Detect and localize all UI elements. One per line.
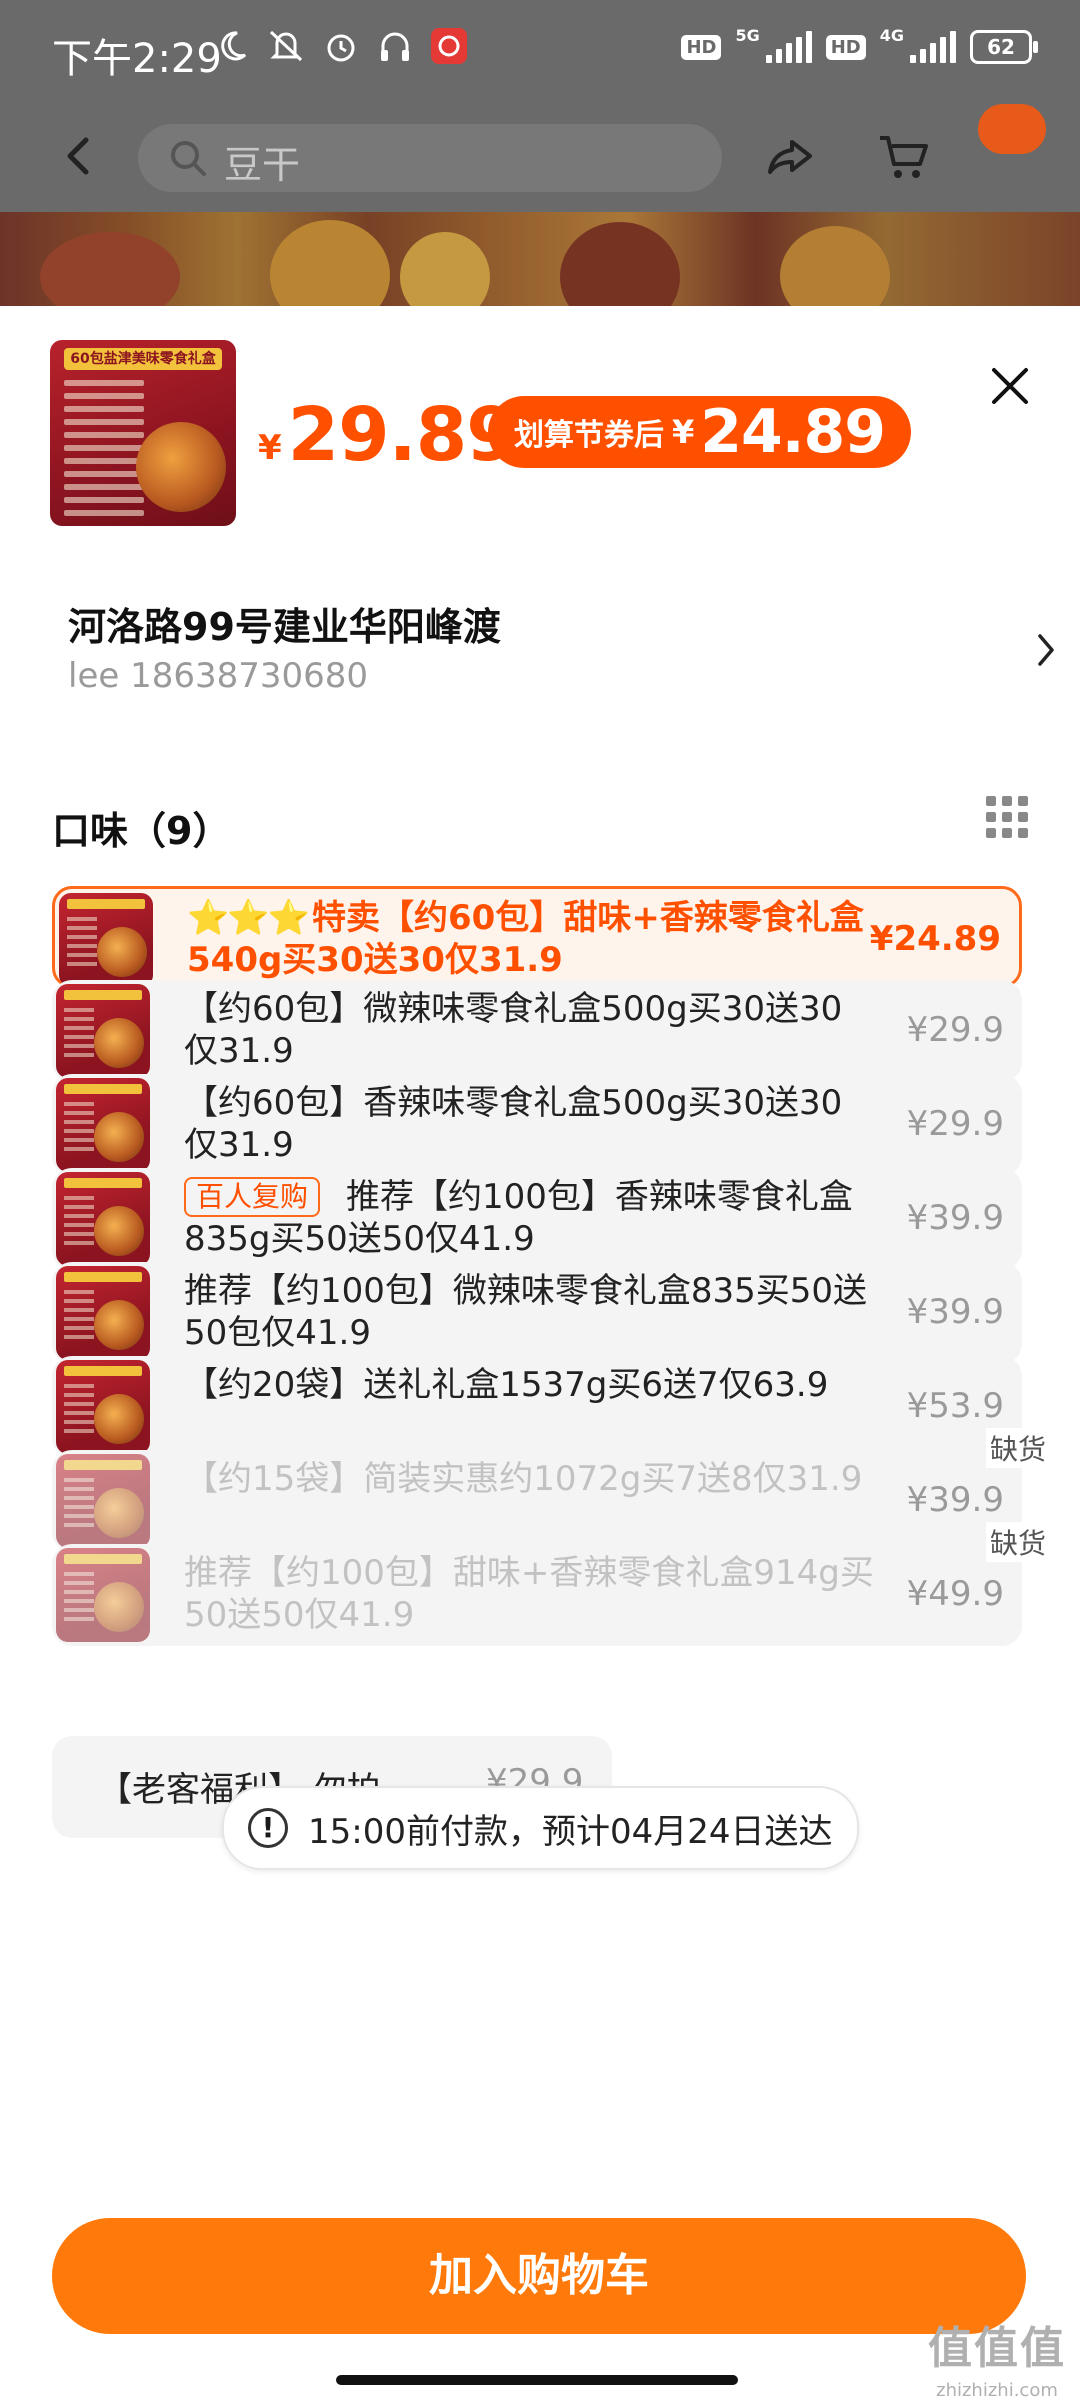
- coupon-currency: ¥: [672, 413, 695, 451]
- chat-bubble-icon[interactable]: [978, 104, 1046, 154]
- thumbnail-tag: 60包盐津美味零食礼盒: [64, 348, 222, 370]
- flavor-option-sold-out[interactable]: 【约15袋】简装实惠约1072g买7送8仅31.9 ¥39.9 缺货: [52, 1428, 1050, 1552]
- home-indicator[interactable]: [336, 2375, 738, 2385]
- coupon-price: 24.89: [700, 397, 886, 467]
- hd-icon: HD: [825, 34, 866, 60]
- flavor-option[interactable]: 推荐【约100包】微辣味零食礼盒835买50送50包仅41.9 ¥39.9: [52, 1262, 1022, 1364]
- coupon-label: 划算节券后: [514, 418, 664, 453]
- option-name: 推荐【约100包】甜味+香辣零食礼盒914g买50送50仅41.9: [184, 1553, 874, 1635]
- flavor-option[interactable]: ⭐⭐⭐ 特卖【约60包】甜味+香辣零食礼盒540g买30送30仅31.9 ¥24.…: [52, 886, 1022, 988]
- flavor-option[interactable]: 【约60包】香辣味零食礼盒500g买30送30仅31.9 ¥29.9: [52, 1074, 1022, 1176]
- watermark: 值值值 zhizhizhi.com: [928, 2312, 1066, 2401]
- music-app-icon: [431, 28, 467, 64]
- option-name: 【约60包】微辣味零食礼盒500g买30送30仅31.9: [184, 989, 843, 1071]
- option-name: 百人复购 推荐【约100包】香辣味零食礼盒835g买50送50仅41.9: [184, 1177, 853, 1259]
- sold-out-label: 缺货: [985, 1522, 1050, 1562]
- option-thumbnail: [56, 1266, 150, 1360]
- option-thumbnail: [56, 1548, 150, 1642]
- option-price: ¥39.9: [906, 1292, 1004, 1332]
- close-icon[interactable]: [984, 360, 1036, 412]
- price-currency: ¥: [258, 428, 282, 468]
- watermark-url: zhizhizhi.com: [936, 2380, 1058, 2401]
- search-icon: [171, 141, 206, 176]
- back-arrow-icon[interactable]: [50, 126, 110, 186]
- delivery-address[interactable]: 河洛路99号建业华阳峰渡 lee 18638730680: [68, 596, 1058, 716]
- grid-view-icon[interactable]: [986, 796, 1030, 840]
- product-banner-image: [0, 212, 1080, 306]
- add-to-cart-button[interactable]: 加入购物车: [52, 2218, 1026, 2334]
- option-name: 推荐【约100包】微辣味零食礼盒835买50送50包仅41.9: [184, 1271, 868, 1353]
- status-notification-icons: [215, 28, 467, 64]
- flavor-option[interactable]: 【约60包】微辣味零食礼盒500g买30送30仅31.9 ¥29.9: [52, 980, 1022, 1082]
- sku-selection-sheet: 60包盐津美味零食礼盒 ¥ 29.89 划算节券后 ¥ 24.89 河洛路99号…: [0, 306, 1080, 2400]
- status-system-icons: HD 5G HD 4G 62: [681, 26, 1038, 64]
- search-input[interactable]: 豆干: [138, 124, 722, 192]
- option-name: 【约60包】香辣味零食礼盒500g买30送30仅31.9: [184, 1083, 843, 1165]
- price-display: ¥ 29.89: [258, 392, 518, 478]
- option-name: 【约15袋】简装实惠约1072g买7送8仅31.9: [184, 1459, 863, 1499]
- hd-icon: HD: [681, 34, 722, 60]
- option-name: ⭐⭐⭐ 特卖【约60包】甜味+香辣零食礼盒540g买30送30仅31.9: [187, 898, 864, 980]
- network-4g-label: 4G: [879, 25, 904, 45]
- delivery-notice: ! 15:00前付款，预计04月24日送达: [222, 1786, 859, 1870]
- search-query: 豆干: [224, 143, 301, 187]
- headphones-icon: [381, 32, 409, 61]
- option-price: ¥39.9: [906, 1480, 1004, 1520]
- signal-icon: [910, 31, 956, 63]
- option-price: ¥24.89: [869, 919, 1001, 959]
- repurchase-badge: 百人复购: [184, 1177, 321, 1217]
- option-price: ¥53.9: [906, 1386, 1004, 1426]
- battery-icon: 62: [970, 30, 1038, 64]
- option-price: ¥29.9: [906, 1104, 1004, 1144]
- option-price: ¥29.9: [906, 1010, 1004, 1050]
- option-thumbnail: [59, 893, 153, 987]
- flavor-option[interactable]: 【约20袋】送礼礼盒1537g买6送7仅63.9 ¥53.9: [52, 1356, 1022, 1458]
- signal-icon: [765, 31, 812, 63]
- coupon-price-badge: 划算节券后 ¥ 24.89: [488, 396, 912, 468]
- info-icon: !: [248, 1808, 288, 1848]
- network-5g-label: 5G: [735, 25, 760, 45]
- status-time: 下午2:29: [52, 36, 222, 82]
- alarm-icon: [327, 34, 355, 62]
- star-icons: ⭐⭐⭐: [187, 898, 310, 938]
- watermark-logo: 值值值: [928, 2323, 1066, 2374]
- option-thumbnail: [56, 1172, 150, 1266]
- product-nav-bar: 豆干: [0, 104, 1080, 208]
- option-name: 【约20袋】送礼礼盒1537g买6送7仅63.9: [184, 1365, 829, 1405]
- flavor-option[interactable]: 百人复购 推荐【约100包】香辣味零食礼盒835g买50送50仅41.9 ¥39.…: [52, 1168, 1022, 1270]
- address-line: 河洛路99号建业华阳峰渡: [68, 605, 501, 649]
- cart-icon[interactable]: [874, 126, 934, 186]
- share-icon[interactable]: [762, 126, 822, 186]
- sold-out-label: 缺货: [985, 1428, 1050, 1468]
- flavor-option-sold-out[interactable]: 推荐【约100包】甜味+香辣零食礼盒914g买50送50仅41.9 ¥49.9 …: [52, 1522, 1050, 1646]
- chevron-right-icon: [1038, 634, 1054, 666]
- address-contact: lee 18638730680: [68, 656, 369, 696]
- option-thumbnail: [56, 984, 150, 1078]
- mute-bell-icon: [269, 30, 303, 62]
- option-thumbnail: [56, 1360, 150, 1454]
- option-thumbnail: [56, 1078, 150, 1172]
- product-thumbnail[interactable]: 60包盐津美味零食礼盒: [50, 340, 236, 526]
- status-bar: 下午2:29 HD 5G HD 4G 62: [0, 0, 1080, 104]
- delivery-notice-text: 15:00前付款，预计04月24日送达: [308, 1811, 833, 1852]
- option-price: ¥49.9: [906, 1574, 1004, 1614]
- option-price: ¥39.9: [906, 1198, 1004, 1238]
- option-thumbnail: [56, 1454, 150, 1548]
- moon-icon: [221, 31, 247, 61]
- price-value: 29.89: [287, 392, 518, 478]
- flavor-heading: 口味（9）: [52, 809, 231, 853]
